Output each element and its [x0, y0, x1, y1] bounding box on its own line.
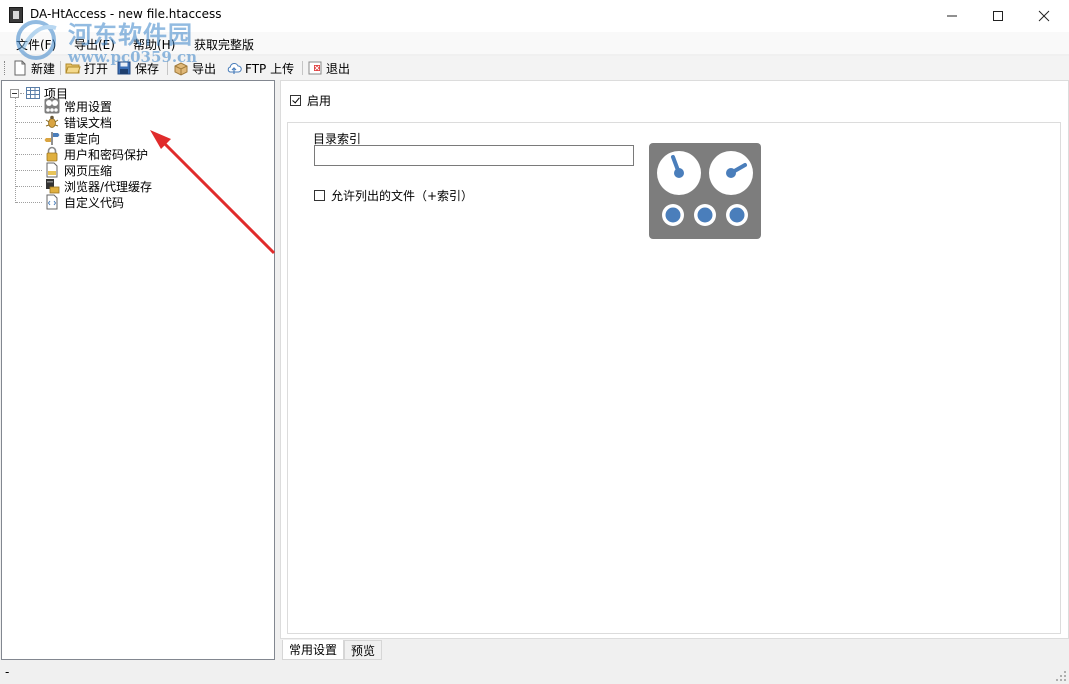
tree-item-user-password[interactable]: 用户和密码保护 [44, 146, 148, 162]
project-tree-panel[interactable]: 项目 常用设置 错误文档 重定向 用户和密码保护 网页压缩 浏览器/代理缓存 自… [1, 80, 275, 660]
allow-listing-row[interactable]: 允许列出的文件（+索引） [314, 187, 473, 204]
cache-server-icon [46, 179, 60, 194]
tree-connector [16, 202, 42, 203]
view-tabs: 常用设置 预览 [282, 640, 383, 660]
menu-get-full-version[interactable]: 获取完整版 [194, 36, 254, 53]
tree-item-label: 错误文档 [64, 115, 113, 130]
allow-listing-checkbox[interactable] [314, 190, 325, 201]
tree-item-label: 浏览器/代理缓存 [64, 179, 153, 194]
open-label: 打开 [84, 61, 109, 76]
maximize-icon [993, 11, 1003, 21]
tree-connector [16, 138, 42, 139]
collapse-toggle-icon[interactable] [10, 88, 19, 98]
tree-guide-line [15, 97, 16, 203]
tree-connector [16, 170, 42, 171]
toolbar-separator [60, 61, 61, 75]
dir-index-input[interactable] [314, 145, 634, 166]
open-button[interactable]: 打开 [65, 59, 108, 77]
minimize-button[interactable] [929, 0, 975, 32]
toolbar: 新建 打开 保存 导出 FTP 上传 退出 [0, 56, 1069, 80]
tab-preview[interactable]: 预览 [344, 640, 383, 660]
exit-icon [308, 61, 322, 75]
tab-general-settings[interactable]: 常用设置 [282, 640, 345, 660]
settings-group: 目录索引 允许列出的文件（+索引） [287, 122, 1061, 634]
tree-item-label: 自定义代码 [64, 195, 125, 210]
enable-checkbox[interactable] [290, 95, 301, 106]
tree-item-custom-code[interactable]: 自定义代码 [44, 194, 124, 210]
menu-export[interactable]: 导出(E) [74, 36, 115, 53]
maximize-button[interactable] [975, 0, 1021, 32]
ftp-upload-label: FTP 上传 [245, 61, 295, 76]
new-label: 新建 [31, 61, 56, 76]
tree-item-label: 常用设置 [64, 99, 113, 114]
export-button[interactable]: 导出 [173, 59, 216, 77]
save-disk-icon [117, 61, 131, 75]
status-text: - [5, 665, 10, 679]
new-file-icon [14, 60, 26, 76]
code-file-icon [46, 194, 58, 210]
project-table-icon [26, 87, 40, 99]
allow-listing-label: 允许列出的文件（+索引） [331, 189, 474, 203]
new-button[interactable]: 新建 [12, 59, 55, 77]
exit-button[interactable]: 退出 [307, 59, 350, 77]
zip-file-icon [46, 162, 58, 178]
enable-label: 启用 [307, 94, 332, 108]
toolbar-grip[interactable] [4, 61, 6, 75]
toolbar-separator [167, 61, 168, 75]
toolbar-separator [302, 61, 303, 75]
gauges-icon [44, 98, 60, 114]
tree-connector [16, 106, 42, 107]
tree-item-label: 重定向 [64, 131, 101, 146]
exit-label: 退出 [326, 61, 351, 76]
export-label: 导出 [192, 61, 217, 76]
menu-help[interactable]: 帮助(H) [133, 36, 175, 53]
tree-connector [16, 122, 42, 123]
settings-panel: 启用 目录索引 允许列出的文件（+索引） [280, 80, 1069, 639]
tree-connector [16, 154, 42, 155]
gauges-illustration-icon [649, 143, 761, 239]
save-label: 保存 [135, 61, 160, 76]
lock-icon [46, 146, 58, 162]
window-title: DA-HtAccess - new file.htaccess [30, 7, 222, 21]
minimize-icon [947, 15, 957, 17]
tree-item-label: 用户和密码保护 [64, 147, 149, 162]
tree-item-general-settings[interactable]: 常用设置 [44, 98, 112, 114]
tree-item-error-documents[interactable]: 错误文档 [44, 114, 112, 130]
title-bar: DA-HtAccess - new file.htaccess [0, 0, 1069, 32]
export-box-icon [174, 62, 188, 76]
tree-connector [16, 186, 42, 187]
error-bug-icon [45, 115, 59, 128]
resize-grip-icon[interactable] [1055, 670, 1067, 682]
app-icon[interactable] [9, 7, 23, 23]
enable-row[interactable]: 启用 [290, 92, 331, 109]
open-folder-icon [65, 63, 81, 74]
close-button[interactable] [1021, 0, 1067, 32]
signpost-icon [44, 132, 60, 145]
tree-connector [20, 92, 24, 94]
status-bar: - [0, 662, 1069, 684]
tree-item-compression[interactable]: 网页压缩 [44, 162, 112, 178]
save-button[interactable]: 保存 [116, 59, 159, 77]
menu-file[interactable]: 文件(F) [16, 36, 56, 53]
close-icon [1038, 10, 1050, 22]
ftp-upload-button[interactable]: FTP 上传 [226, 59, 294, 77]
cloud-upload-icon [227, 62, 242, 74]
tree-item-browser-cache[interactable]: 浏览器/代理缓存 [44, 178, 152, 194]
tree-item-redirect[interactable]: 重定向 [44, 130, 100, 146]
menu-bar: 文件(F) 导出(E) 帮助(H) 获取完整版 [0, 32, 1069, 54]
tree-item-label: 网页压缩 [64, 163, 113, 178]
